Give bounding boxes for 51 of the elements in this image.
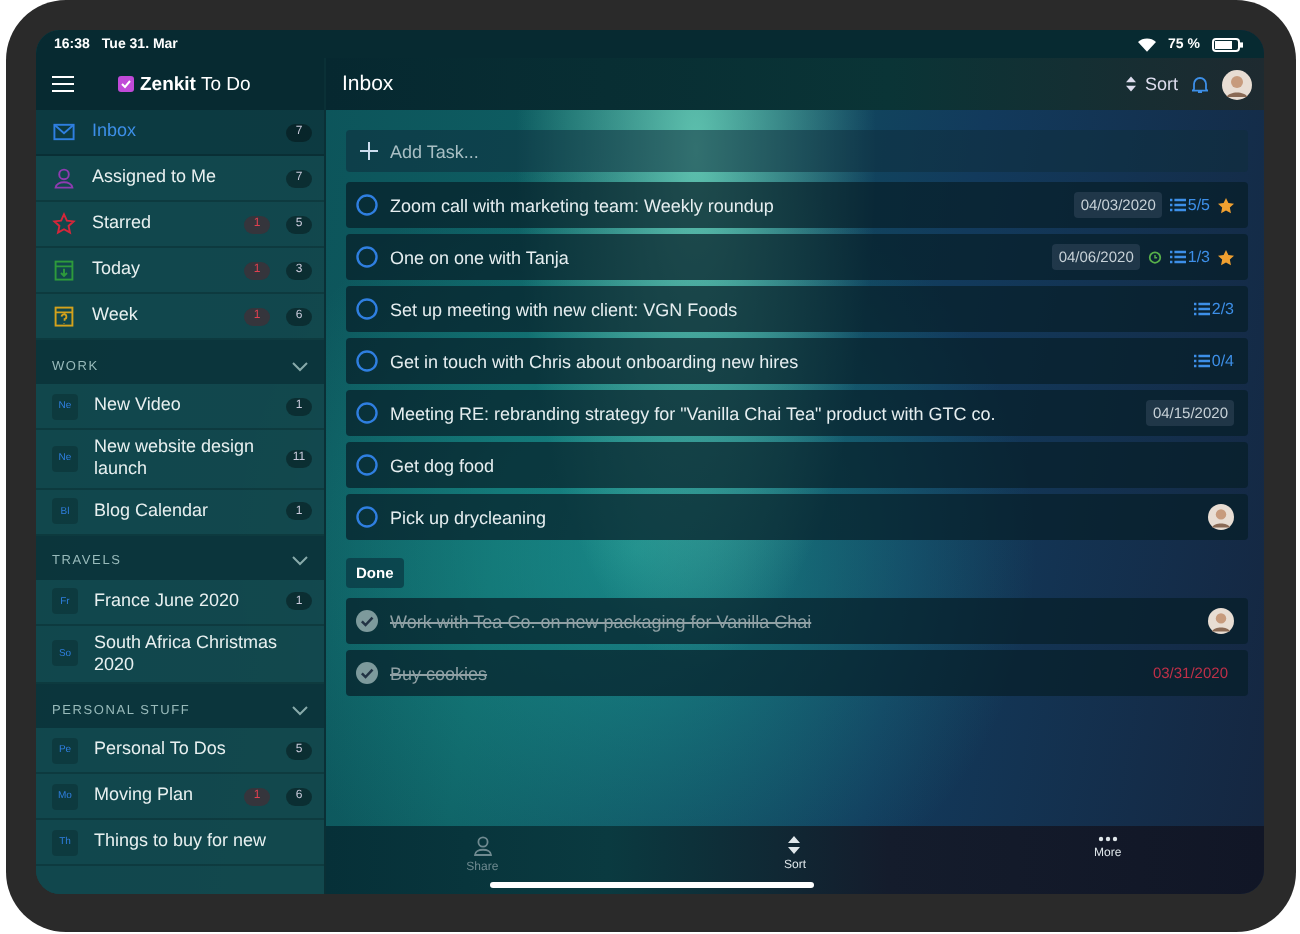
- add-task-field[interactable]: Add Task...: [346, 130, 1248, 172]
- task-title: Zoom call with marketing team: Weekly roundup: [390, 195, 776, 215]
- person-icon: [473, 836, 492, 856]
- battery-icon: [1212, 37, 1244, 51]
- task-title: Work with Tea Co. on new packaging for Vanilla Chai: [390, 611, 814, 631]
- chevron-icon: [292, 556, 308, 566]
- checklist-icon: [1193, 354, 1210, 368]
- sort-icon: [788, 836, 801, 854]
- subtask-count: 0/4: [1193, 352, 1234, 370]
- task-title: Meeting RE: rebranding strategy for "Vanilla Chai Tea" product with GTC co.: [390, 403, 998, 423]
- checklist-icon: [1169, 198, 1186, 212]
- app-title: Zenkit To Do: [140, 73, 251, 95]
- star-icon[interactable]: [1218, 249, 1234, 265]
- page-title: Inbox: [342, 72, 396, 96]
- subtask-count: 5/5: [1169, 196, 1210, 214]
- chevron-icon: [292, 705, 308, 715]
- bell-icon[interactable]: [1192, 75, 1208, 93]
- task-title: Get dog food: [390, 455, 497, 475]
- star-icon[interactable]: [1218, 197, 1234, 213]
- checkbox[interactable]: [356, 298, 378, 320]
- task-row[interactable]: Get dog food: [346, 442, 1248, 488]
- task-title: Buy cookies: [390, 663, 490, 683]
- checkbox[interactable]: [356, 454, 378, 476]
- user-avatar: [1222, 69, 1252, 99]
- checkbox[interactable]: [356, 610, 378, 632]
- subtask-count: 2/3: [1193, 300, 1234, 318]
- checkbox[interactable]: [356, 402, 378, 424]
- checkbox[interactable]: [356, 246, 378, 268]
- wifi-icon: [1138, 37, 1157, 51]
- task-title: One on one with Tanja: [390, 247, 571, 267]
- task-title: Pick up drycleaning: [390, 507, 549, 527]
- task-title: Set up meeting with new client: VGN Foods: [390, 299, 740, 319]
- checkbox[interactable]: [356, 506, 378, 528]
- checklist-icon: [1169, 250, 1186, 264]
- checkbox[interactable]: [356, 194, 378, 216]
- checkbox[interactable]: [356, 662, 378, 684]
- app-logo-icon: [118, 76, 134, 92]
- plus-icon: [360, 142, 378, 160]
- sort-button[interactable]: Sort: [1126, 74, 1178, 94]
- task-row[interactable]: Work with Tea Co. on new packaging for Vanilla Chai: [346, 598, 1248, 644]
- task-title: Get in touch with Chris about onboarding new hires: [390, 351, 801, 371]
- task-row[interactable]: Set up meeting with new client: VGN Foods 2/3: [346, 286, 1248, 332]
- checklist-icon: [1193, 302, 1210, 316]
- more-icon: [1097, 836, 1118, 842]
- menu-icon[interactable]: [52, 76, 74, 92]
- chevron-icon: [292, 361, 308, 371]
- checkbox[interactable]: [356, 350, 378, 372]
- task-row[interactable]: Get in touch with Chris about onboarding new hires 0/4: [346, 338, 1248, 384]
- subtask-count: 1/3: [1169, 248, 1210, 266]
- sort-icon: [1126, 76, 1137, 92]
- task-row[interactable]: Pick up drycleaning: [346, 494, 1248, 540]
